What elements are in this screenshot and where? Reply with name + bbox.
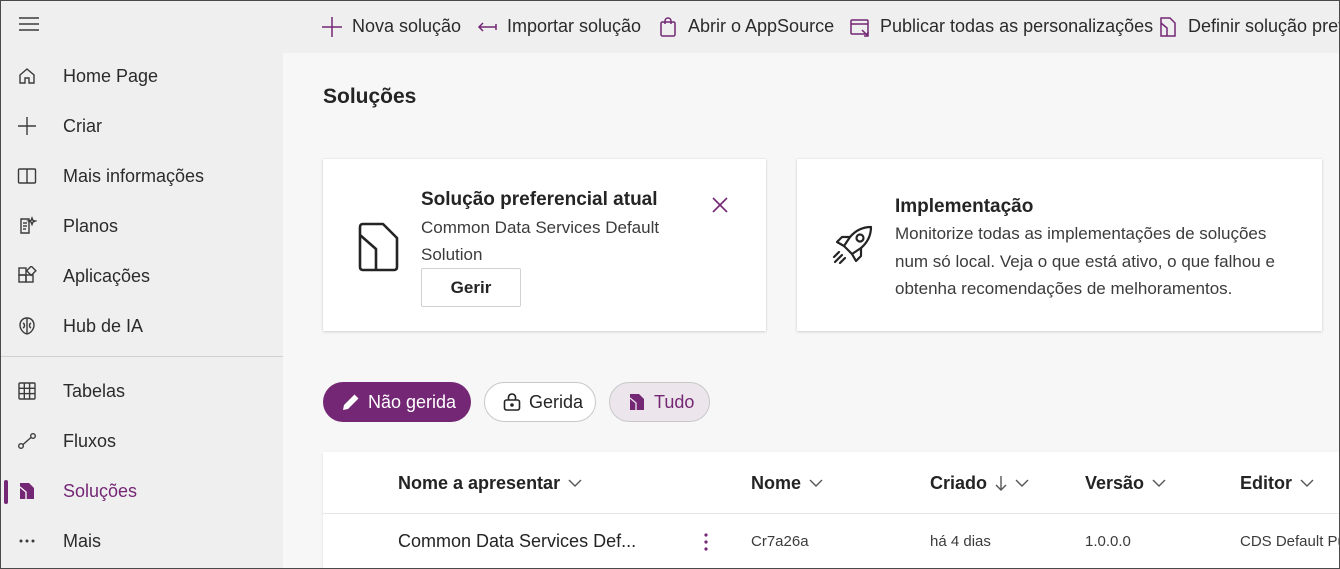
sort-down-arrow-icon	[995, 475, 1007, 491]
table-row[interactable]: Common Data Services Def... Cr7a26a há 4…	[323, 514, 1340, 569]
column-header-display-name[interactable]: Nome a apresentar	[398, 452, 582, 514]
open-appsource-button[interactable]: Abrir o AppSource	[656, 0, 834, 53]
left-navigation: Home Page Criar Mais informações Planos …	[0, 0, 283, 569]
chevron-down-icon	[1152, 479, 1166, 487]
more-options-icon[interactable]	[695, 528, 717, 556]
deployment-description-line3: obtenha recomendações de melhoramentos.	[895, 279, 1233, 298]
deployment-description-line2: num só local. Veja o que está ativo, o q…	[895, 252, 1275, 271]
sidebar-item-label: Soluções	[63, 480, 138, 501]
sidebar-item-label: Tabelas	[63, 380, 126, 401]
preferred-solution-card: Solução preferencial atual Common Data S…	[323, 159, 766, 331]
filter-managed-button[interactable]: Gerida	[484, 382, 596, 422]
sidebar-item-plans[interactable]: Planos	[0, 203, 283, 249]
filter-all-label: Tudo	[654, 391, 695, 412]
sidebar-item-learn-more[interactable]: Mais informações	[0, 153, 283, 199]
sidebar-item-label: Mais	[63, 530, 102, 551]
deployment-description-line1: Monitorize todas as implementações de so…	[895, 224, 1267, 243]
preferred-solution-title: Solução preferencial atual	[421, 189, 658, 210]
sidebar-item-solutions[interactable]: Soluções	[0, 468, 283, 514]
cell-created: há 4 dias	[930, 533, 991, 550]
column-header-label: Versão	[1085, 472, 1145, 493]
more-icon	[16, 530, 38, 552]
column-header-publisher[interactable]: Editor	[1240, 452, 1314, 514]
close-icon[interactable]	[709, 194, 731, 216]
set-preferred-label: Definir solução preferencial	[1188, 16, 1340, 36]
column-header-created[interactable]: Criado	[930, 452, 1029, 514]
solution-file-icon	[356, 221, 402, 273]
column-header-version[interactable]: Versão	[1085, 452, 1166, 514]
sidebar-item-label: Criar	[63, 115, 102, 136]
cell-publisher: CDS Default Publisher	[1240, 533, 1340, 550]
main-content: Soluções Solução preferencial atual Comm…	[283, 53, 1340, 569]
new-solution-button[interactable]: Nova solução	[320, 0, 461, 53]
plus-icon	[16, 115, 38, 137]
deployment-title: Implementação	[895, 196, 1034, 217]
import-arrow-icon	[475, 15, 499, 39]
import-solution-button[interactable]: Importar solução	[475, 0, 641, 53]
column-header-label: Criado	[930, 472, 988, 493]
sidebar-item-tables[interactable]: Tabelas	[0, 368, 283, 414]
manage-button[interactable]: Gerir	[421, 268, 521, 307]
sidebar-item-label: Hub de IA	[63, 315, 144, 336]
grid-header: Nome a apresentar Nome Criado Versão Edi…	[323, 452, 1340, 514]
column-header-label: Nome a apresentar	[398, 472, 561, 493]
book-icon	[16, 165, 38, 187]
solutions-icon	[16, 480, 38, 502]
lock-icon	[501, 391, 523, 413]
column-header-label: Nome	[751, 472, 802, 493]
chevron-down-icon	[809, 479, 823, 487]
filter-all-button[interactable]: Tudo	[609, 382, 710, 422]
sidebar-item-label: Mais informações	[63, 165, 205, 186]
set-preferred-solution-button[interactable]: Definir solução preferencial	[1156, 0, 1340, 53]
sidebar-item-flows[interactable]: Fluxos	[0, 418, 283, 464]
cell-display-name[interactable]: Common Data Services Def...	[398, 514, 636, 569]
solutions-icon	[626, 391, 648, 413]
column-header-name[interactable]: Nome	[751, 452, 823, 514]
sidebar-divider	[0, 356, 283, 357]
new-solution-label: Nova solução	[352, 16, 462, 36]
active-indicator	[4, 480, 8, 504]
sidebar-item-label: Aplicações	[63, 265, 151, 286]
sidebar-item-label: Planos	[63, 215, 119, 236]
sidebar-item-label: Home Page	[63, 65, 159, 86]
solutions-grid: Nome a apresentar Nome Criado Versão Edi…	[323, 452, 1340, 569]
sidebar-item-create[interactable]: Criar	[0, 103, 283, 149]
solution-file-icon	[1156, 15, 1180, 39]
column-header-label: Editor	[1240, 472, 1292, 493]
preferred-solution-name-line1: Common Data Services Default	[421, 218, 660, 237]
chevron-down-icon	[1300, 479, 1314, 487]
flow-icon	[16, 430, 38, 452]
hamburger-menu-icon[interactable]	[18, 13, 40, 35]
chevron-down-icon	[1015, 479, 1029, 487]
sidebar-item-more[interactable]: Mais	[0, 518, 283, 564]
deployment-card[interactable]: Implementação Monitorize todas as implem…	[797, 159, 1322, 331]
plus-icon	[320, 15, 344, 39]
cell-name: Cr7a26a	[751, 533, 809, 550]
rocket-icon	[829, 221, 877, 269]
publish-all-label: Publicar todas as personalizações	[880, 16, 1154, 36]
sidebar-item-label: Fluxos	[63, 430, 117, 451]
filter-unmanaged-label: Não gerida	[368, 391, 457, 412]
filter-managed-label: Gerida	[529, 391, 584, 412]
publish-all-customizations-button[interactable]: Publicar todas as personalizações	[848, 0, 1153, 53]
sidebar-item-apps[interactable]: Aplicações	[0, 253, 283, 299]
table-icon	[16, 380, 38, 402]
open-appsource-label: Abrir o AppSource	[688, 16, 835, 36]
page-title: Soluções	[323, 85, 417, 108]
pencil-icon	[340, 391, 362, 413]
home-icon	[16, 65, 38, 87]
preferred-solution-name-line2: Solution	[421, 245, 483, 264]
filter-unmanaged-button[interactable]: Não gerida	[323, 382, 471, 422]
chevron-down-icon	[568, 479, 582, 487]
plan-icon	[16, 215, 38, 237]
import-solution-label: Importar solução	[507, 16, 642, 36]
sidebar-item-home-page[interactable]: Home Page	[0, 53, 283, 99]
ai-hub-icon	[16, 315, 38, 337]
command-bar: Nova solução Importar solução Abrir o Ap…	[283, 0, 1340, 53]
cell-version: 1.0.0.0	[1085, 533, 1131, 550]
publish-icon	[848, 15, 872, 39]
shopping-bag-icon	[656, 15, 680, 39]
sidebar-item-ai-hub[interactable]: Hub de IA	[0, 303, 283, 349]
apps-icon	[16, 265, 38, 287]
